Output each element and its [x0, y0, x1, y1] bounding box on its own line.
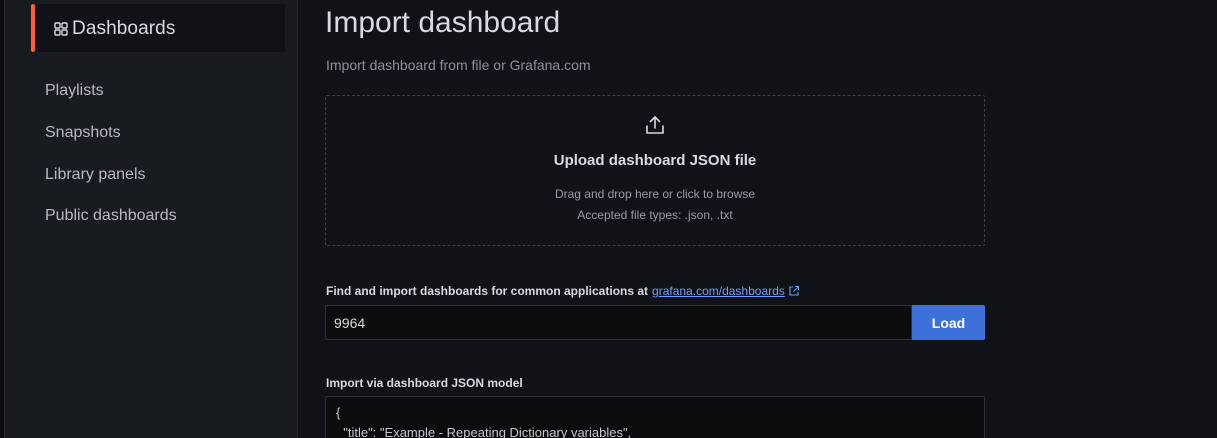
upload-hint: Drag and drop here or click to browse: [554, 187, 756, 201]
load-button[interactable]: Load: [912, 305, 985, 340]
grafana-com-link[interactable]: grafana.com/dashboards: [652, 284, 785, 298]
upload-title: Upload dashboard JSON file: [553, 152, 757, 169]
sidebar: Dashboards Playlists Snapshots Library p…: [5, 0, 298, 438]
sidebar-item-label: Dashboards: [72, 18, 176, 39]
dashboard-id-input[interactable]: [325, 305, 912, 340]
main-content: Import dashboard Import dashboard from f…: [299, 0, 1217, 438]
external-link-icon[interactable]: [788, 285, 800, 297]
json-model-editor[interactable]: { "title": "Example - Repeating Dictiona…: [325, 396, 985, 438]
active-indicator: [31, 4, 35, 52]
json-line: "title": "Example - Repeating Dictionary…: [336, 425, 632, 438]
sidebar-item-library-panels[interactable]: Library panels: [45, 166, 146, 184]
sidebar-item-dashboards[interactable]: Dashboards: [31, 4, 285, 52]
grid-icon: [54, 22, 68, 36]
grafana-app: Dashboards Playlists Snapshots Library p…: [0, 0, 1217, 438]
sidebar-item-public-dashboards[interactable]: Public dashboards: [45, 207, 177, 225]
json-line: {: [336, 405, 341, 420]
json-model-label: Import via dashboard JSON model: [326, 376, 523, 390]
upload-dropzone[interactable]: Upload dashboard JSON file Drag and drop…: [325, 95, 985, 246]
grafana-com-label: Find and import dashboards for common ap…: [326, 284, 800, 298]
sidebar-item-snapshots[interactable]: Snapshots: [45, 124, 121, 142]
upload-icon: [646, 116, 664, 134]
grafana-com-label-text: Find and import dashboards for common ap…: [326, 284, 649, 298]
page-title: Import dashboard: [325, 6, 561, 39]
accepted-file-types: Accepted file types: .json, .txt: [577, 208, 733, 222]
page-subtitle: Import dashboard from file or Grafana.co…: [326, 57, 591, 73]
sidebar-item-playlists[interactable]: Playlists: [45, 82, 104, 100]
